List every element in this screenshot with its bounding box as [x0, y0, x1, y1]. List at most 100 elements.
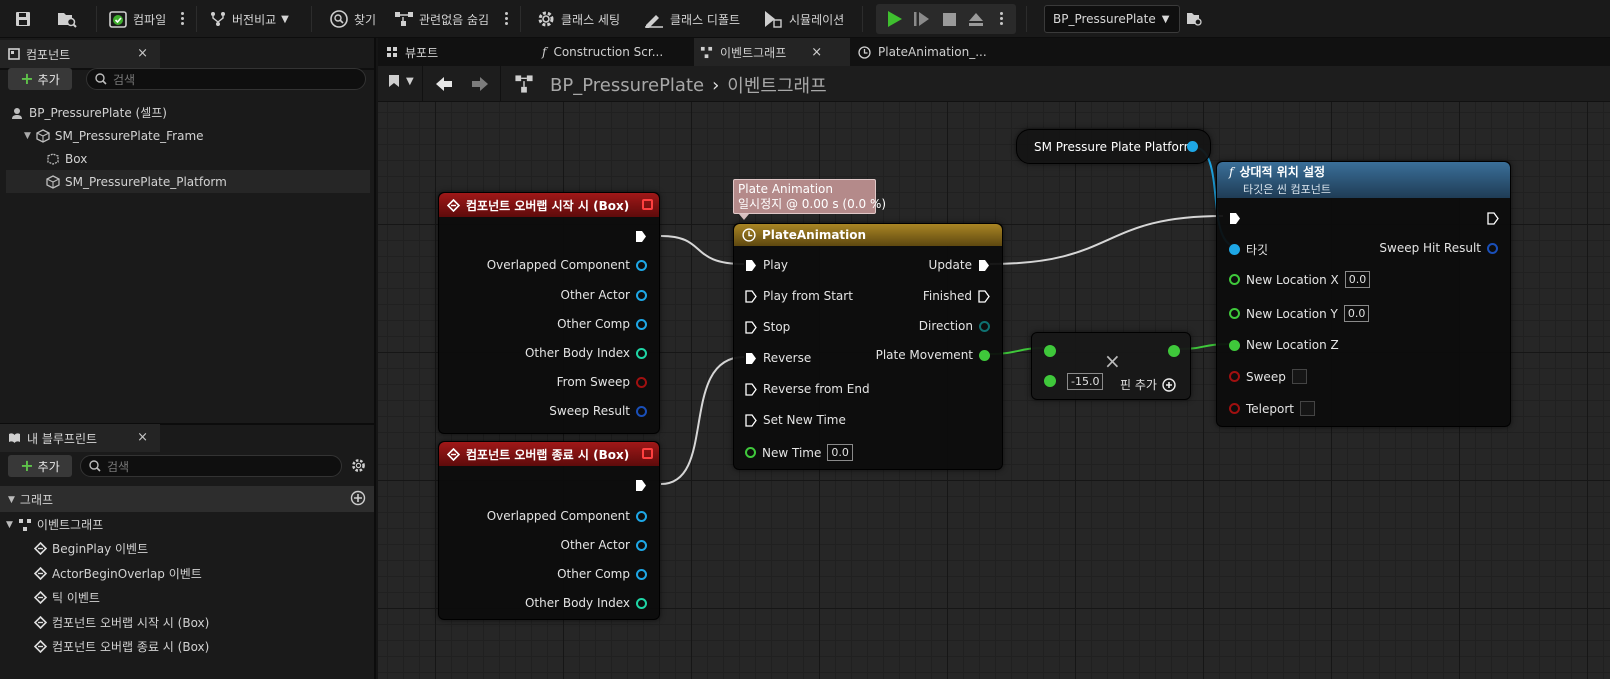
tab-construction-script[interactable]: f Construction Scr...	[542, 38, 692, 66]
multiply-value[interactable]: -15.0	[1067, 373, 1104, 390]
sweep-checkbox[interactable]	[1291, 369, 1307, 384]
save-button[interactable]	[14, 0, 32, 38]
teleport-checkbox[interactable]	[1300, 401, 1315, 416]
my-blueprint-search-input[interactable]: 검색	[80, 455, 342, 477]
multiply-output-pin[interactable]	[1168, 345, 1180, 357]
pin-other-body-index[interactable]: Other Body Index	[525, 346, 647, 360]
variable-output-pin[interactable]	[1187, 141, 1198, 152]
add-component-button[interactable]: + 추가	[8, 68, 72, 90]
tree-item-event[interactable]: 컴포넌트 오버랩 시작 시 (Box)	[34, 611, 209, 634]
tab-plate-animation[interactable]: PlateAnimation_...	[858, 38, 1008, 66]
pin-reverse-from-end[interactable]: Reverse from End	[745, 382, 870, 396]
hide-unrelated-button[interactable]: 관련없음 숨김	[394, 0, 489, 38]
set-relative-location-node[interactable]: f 상대적 위치 설정 타깃은 씬 컴포넌트 타깃 Sweep Hit Resu…	[1216, 161, 1511, 427]
pin-other-body-index[interactable]: Other Body Index	[525, 596, 647, 610]
tab-my-blueprint[interactable]: 내 블루프린트 ×	[0, 424, 160, 452]
compile-options-button[interactable]	[181, 12, 185, 26]
tab-viewport[interactable]: 뷰포트	[384, 38, 534, 66]
pin-plate-movement[interactable]: Plate Movement	[876, 348, 990, 362]
pin-other-comp[interactable]: Other Comp	[557, 567, 647, 581]
components-search-input[interactable]: 검색	[86, 68, 366, 90]
tree-item-platform[interactable]: SM_PressurePlate_Platform	[46, 170, 227, 193]
pin-overlapped-component[interactable]: Overlapped Component	[487, 509, 647, 523]
exec-out-pin[interactable]	[1487, 212, 1499, 225]
new-time-value[interactable]: 0.0	[827, 444, 853, 461]
event-graph-canvas[interactable]: 컴포넌트 오버랩 시작 시 (Box) Overlapped Component…	[378, 102, 1610, 679]
exec-in-pin[interactable]	[1229, 212, 1241, 225]
pin-direction[interactable]: Direction	[919, 319, 990, 333]
simulation-button[interactable]: 시뮬레이션	[762, 0, 844, 38]
pin-sweep[interactable]: Sweep	[1229, 369, 1307, 384]
multiply-input-a-pin[interactable]	[1044, 345, 1056, 357]
multiply-node[interactable]: -15.0 × 핀 추가	[1031, 332, 1191, 400]
play-button[interactable]	[884, 0, 904, 38]
tree-item-frame[interactable]: ▼ SM_PressurePlate_Frame	[24, 124, 204, 147]
delegate-pin-icon[interactable]	[642, 448, 653, 459]
multiply-input-b-pin[interactable]	[1044, 375, 1056, 387]
tree-item-event-graph[interactable]: ▼ 이벤트그래프	[6, 513, 103, 536]
close-icon[interactable]: ×	[811, 45, 822, 60]
find-button[interactable]: 찾기	[329, 0, 376, 38]
class-defaults-button[interactable]: 클래스 디폴트	[643, 0, 740, 38]
add-blueprint-item-button[interactable]: + 추가	[8, 455, 72, 477]
platform-variable-node[interactable]: SM Pressure Plate Platform	[1016, 129, 1211, 164]
pin-update[interactable]: Update	[929, 258, 990, 272]
pin-other-actor[interactable]: Other Actor	[561, 538, 647, 552]
pin-set-new-time[interactable]: Set New Time	[745, 413, 846, 427]
plate-animation-timeline-node[interactable]: PlateAnimation Play Play from Start Stop…	[733, 223, 1003, 470]
tree-item-event[interactable]: BeginPlay 이벤트	[34, 537, 148, 560]
add-pin-button[interactable]: 핀 추가	[1120, 376, 1176, 393]
pin-play-from-start[interactable]: Play from Start	[745, 289, 853, 303]
pin-other-actor[interactable]: Other Actor	[561, 288, 647, 302]
pin-finished[interactable]: Finished	[923, 289, 990, 303]
pin-new-time[interactable]: New Time 0.0	[745, 444, 853, 461]
close-icon[interactable]: ×	[137, 46, 148, 61]
new-location-y-value[interactable]: 0.0	[1343, 305, 1370, 322]
hide-unrelated-options-button[interactable]	[505, 12, 509, 26]
tree-item-event[interactable]: 틱 이벤트	[34, 586, 100, 609]
tab-components[interactable]: 컴포넌트 ×	[0, 40, 160, 68]
compile-button[interactable]: 컴파일	[108, 0, 166, 38]
pin-stop[interactable]: Stop	[745, 320, 790, 334]
pin-sweep-result[interactable]: Sweep Result	[549, 404, 647, 418]
debug-browse-button[interactable]	[1186, 0, 1204, 38]
stop-button[interactable]	[939, 0, 959, 38]
end-overlap-event-node[interactable]: 컴포넌트 오버랩 종료 시 (Box) Overlapped Component…	[438, 441, 660, 620]
class-settings-button[interactable]: 클래스 세팅	[536, 0, 620, 38]
pin-new-location-y[interactable]: New Location Y 0.0	[1229, 305, 1370, 322]
pin-overlapped-component[interactable]: Overlapped Component	[487, 258, 647, 272]
bookmarks-button[interactable]: ▼	[388, 74, 414, 88]
settings-gear-icon[interactable]	[350, 457, 367, 477]
tab-event-graph[interactable]: 이벤트그래프 ×	[694, 38, 850, 66]
tree-item-event[interactable]: 컴포넌트 오버랩 종료 시 (Box)	[34, 635, 209, 658]
eject-button[interactable]	[966, 0, 986, 38]
diff-button[interactable]: 버전비교 ▼	[209, 0, 289, 38]
close-icon[interactable]: ×	[137, 430, 148, 445]
pin-reverse[interactable]: Reverse	[745, 351, 811, 365]
begin-overlap-event-node[interactable]: 컴포넌트 오버랩 시작 시 (Box) Overlapped Component…	[438, 192, 660, 434]
section-graphs[interactable]: ▼ 그래프	[8, 488, 53, 511]
tree-item-box[interactable]: Box	[46, 147, 87, 170]
pin-new-location-z[interactable]: New Location Z	[1229, 338, 1339, 352]
pin-play[interactable]: Play	[745, 258, 788, 272]
new-location-x-value[interactable]: 0.0	[1344, 271, 1371, 288]
pin-sweep-hit-result[interactable]: Sweep Hit Result	[1379, 241, 1498, 255]
forward-arrow-icon[interactable]	[470, 75, 490, 96]
breadcrumb-blueprint[interactable]: BP_PressurePlate	[550, 75, 704, 96]
pin-from-sweep[interactable]: From Sweep	[557, 375, 647, 389]
browse-button[interactable]	[56, 0, 78, 38]
exec-out-pin[interactable]	[635, 230, 647, 243]
pause-step-button[interactable]	[911, 0, 931, 38]
play-options-button[interactable]	[1000, 12, 1004, 26]
delegate-pin-icon[interactable]	[642, 199, 653, 210]
debug-object-select[interactable]: BP_PressurePlate ▼	[1044, 5, 1180, 33]
exec-out-pin[interactable]	[635, 479, 647, 492]
pin-other-comp[interactable]: Other Comp	[557, 317, 647, 331]
add-graph-icon[interactable]	[350, 490, 366, 509]
pin-target[interactable]: 타깃	[1229, 241, 1268, 258]
tree-item-self[interactable]: BP_PressurePlate (셀프)	[10, 101, 167, 124]
tree-item-event[interactable]: ActorBeginOverlap 이벤트	[34, 562, 202, 585]
pin-teleport[interactable]: Teleport	[1229, 401, 1315, 416]
pin-new-location-x[interactable]: New Location X 0.0	[1229, 271, 1371, 288]
back-arrow-icon[interactable]	[434, 75, 454, 96]
